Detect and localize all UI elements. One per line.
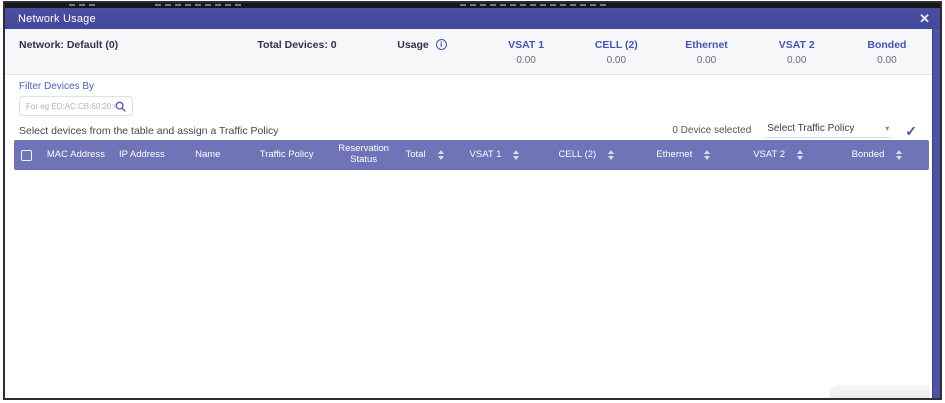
total-devices-label: Total Devices: 0	[231, 39, 363, 74]
stat-label: CELL (2)	[571, 39, 661, 51]
usage-label: Usage	[397, 39, 429, 51]
column-label: VSAT 2	[753, 150, 785, 161]
stat-vsat1: VSAT 1 0.00	[481, 39, 571, 74]
column-header-name: Name	[172, 140, 244, 170]
background-page-strip	[5, 3, 940, 8]
column-header-traffic-policy: Traffic Policy	[244, 140, 330, 170]
stat-value: 0.00	[571, 55, 661, 66]
traffic-policy-select-value: Select Traffic Policy	[767, 123, 854, 134]
device-table-header: MAC Address IP Address Name Traffic Poli…	[14, 140, 929, 170]
column-label: Ethernet	[656, 150, 692, 161]
mac-search-input[interactable]	[26, 102, 115, 111]
close-icon[interactable]: ✕	[919, 12, 930, 25]
usage-label-group: Usage i	[363, 39, 481, 74]
stat-bonded: Bonded 0.00	[842, 39, 932, 74]
column-label: VSAT 1	[470, 150, 502, 161]
background-text-remnant	[69, 4, 97, 6]
column-label: Bonded	[852, 150, 885, 161]
column-header-vsat2[interactable]: VSAT 2	[731, 140, 825, 170]
sort-icon[interactable]	[896, 150, 902, 160]
apply-policy-check-icon[interactable]: ✓	[905, 124, 917, 138]
sort-icon[interactable]	[438, 150, 444, 160]
usage-summary-bar: Network: Default (0) Total Devices: 0 Us…	[5, 29, 932, 75]
filter-label: Filter Devices By	[19, 81, 917, 92]
stat-label: Bonded	[842, 39, 932, 51]
modal-main: Network: Default (0) Total Devices: 0 Us…	[5, 29, 932, 398]
stat-vsat2: VSAT 2 0.00	[752, 39, 842, 74]
stat-label: VSAT 2	[752, 39, 842, 51]
sort-icon[interactable]	[797, 150, 803, 160]
background-corner-shape	[830, 385, 930, 398]
stat-ethernet: Ethernet 0.00	[661, 39, 751, 74]
sort-icon[interactable]	[513, 150, 519, 160]
chevron-down-icon: ▾	[873, 124, 889, 133]
info-icon[interactable]: i	[436, 39, 447, 50]
helper-text: Select devices from the table and assign…	[19, 125, 279, 137]
stat-label: Ethernet	[661, 39, 751, 51]
screenshot-frame: Network Usage ✕ Network: Default (0) Tot…	[3, 1, 942, 400]
stat-cell: CELL (2) 0.00	[571, 39, 661, 74]
filter-section: Filter Devices By Select devices from th…	[5, 75, 932, 138]
stat-value: 0.00	[661, 55, 751, 66]
network-label: Network: Default (0)	[19, 39, 231, 74]
select-all-checkbox[interactable]	[21, 150, 32, 161]
modal-titlebar: Network Usage ✕	[5, 8, 940, 29]
policy-controls: 0 Device selected Select Traffic Policy …	[672, 123, 917, 138]
stat-value: 0.00	[842, 55, 932, 66]
mac-search-box[interactable]	[19, 96, 133, 116]
stat-label: VSAT 1	[481, 39, 571, 51]
background-right-strip	[932, 29, 940, 398]
modal-body: Network: Default (0) Total Devices: 0 Us…	[5, 29, 940, 398]
column-label: CELL (2)	[559, 150, 597, 161]
assign-policy-row: Select devices from the table and assign…	[19, 123, 917, 138]
search-icon[interactable]	[115, 101, 126, 112]
column-label: Total	[406, 150, 426, 161]
column-header-mac-address: MAC Address	[40, 140, 112, 170]
background-text-remnant	[460, 4, 610, 6]
column-header-total[interactable]: Total	[398, 140, 452, 170]
column-header-cell[interactable]: CELL (2)	[537, 140, 635, 170]
column-header-bonded[interactable]: Bonded	[825, 140, 929, 170]
column-header-vsat1[interactable]: VSAT 1	[452, 140, 538, 170]
device-table-body-empty	[5, 170, 932, 398]
stat-value: 0.00	[752, 55, 842, 66]
device-selected-count: 0 Device selected	[672, 125, 751, 136]
stat-value: 0.00	[481, 55, 571, 66]
select-all-cell	[14, 140, 40, 170]
modal-title: Network Usage	[18, 13, 96, 25]
traffic-policy-select[interactable]: Select Traffic Policy ▾	[765, 123, 891, 138]
background-text-remnant	[155, 4, 245, 6]
sort-icon[interactable]	[608, 150, 614, 160]
column-header-ethernet[interactable]: Ethernet	[635, 140, 731, 170]
sort-icon[interactable]	[704, 150, 710, 160]
column-header-ip-address: IP Address	[112, 140, 172, 170]
column-header-reservation-status: Reservation Status	[330, 140, 398, 170]
